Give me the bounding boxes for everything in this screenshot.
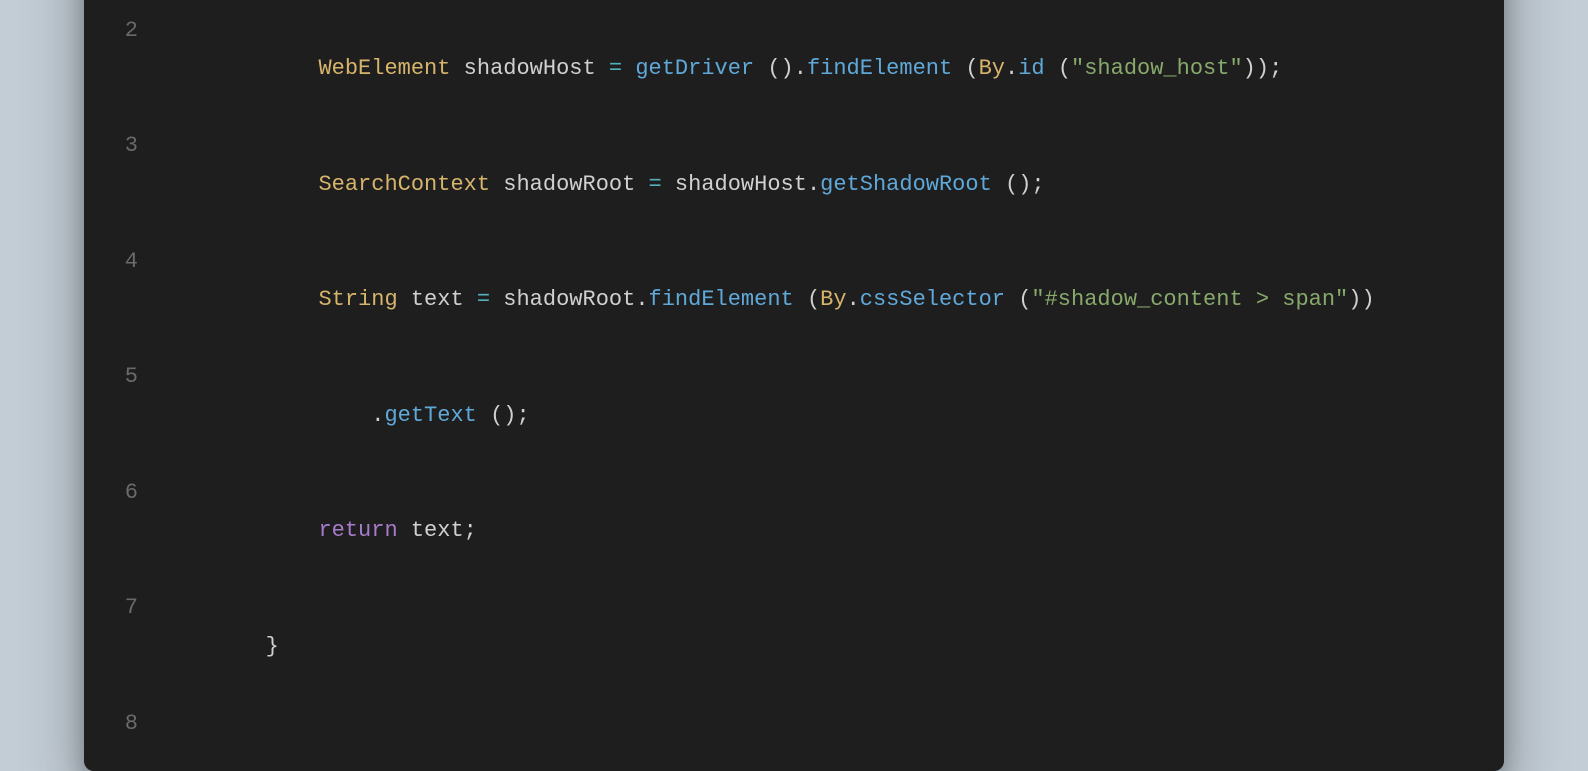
code-line: 7 } xyxy=(108,589,1480,705)
code-content: .getText (); xyxy=(160,358,1480,474)
line-number: 4 xyxy=(108,243,160,359)
code-content: WebElement shadowHost = getDriver ().fin… xyxy=(160,12,1480,128)
code-content: public String getShadowDomText () { xyxy=(160,0,1480,12)
fn-getdriver: getDriver xyxy=(635,56,754,81)
fn-gettext: getText xyxy=(384,403,476,428)
line-number: 5 xyxy=(108,358,160,474)
line-number: 8 xyxy=(108,705,160,744)
code-line: 5 .getText (); xyxy=(108,358,1480,474)
code-line: 6 return text; xyxy=(108,474,1480,590)
operator-equals: = xyxy=(477,287,490,312)
code-content: } xyxy=(160,589,1480,705)
code-line: 1 public String getShadowDomText () { xyxy=(108,0,1480,12)
identifier: shadowHost xyxy=(464,56,596,81)
code-content: String text = shadowRoot.findElement (By… xyxy=(160,243,1480,359)
fn-cssselector: cssSelector xyxy=(860,287,1005,312)
code-line: 2 WebElement shadowHost = getDriver ().f… xyxy=(108,12,1480,128)
code-content xyxy=(160,705,1480,744)
code-editor[interactable]: 1 public String getShadowDomText () { 2 … xyxy=(108,0,1480,743)
type-by: By xyxy=(820,287,846,312)
code-content: SearchContext shadowRoot = shadowHost.ge… xyxy=(160,127,1480,243)
line-number: 6 xyxy=(108,474,160,590)
identifier: shadowRoot xyxy=(503,172,635,197)
operator-equals: = xyxy=(609,56,622,81)
line-number: 1 xyxy=(108,0,160,12)
line-number: 3 xyxy=(108,127,160,243)
code-content: return text; xyxy=(160,474,1480,590)
fn-id: id xyxy=(1018,56,1044,81)
fn-findelement: findElement xyxy=(649,287,794,312)
identifier: shadowRoot xyxy=(503,287,635,312)
identifier: text xyxy=(411,287,464,312)
string-literal: "shadow_host" xyxy=(1071,56,1243,81)
line-number: 7 xyxy=(108,589,160,705)
string-literal: "#shadow_content > span" xyxy=(1031,287,1348,312)
type-string: String xyxy=(318,287,397,312)
code-line: 8 xyxy=(108,705,1480,744)
code-line: 3 SearchContext shadowRoot = shadowHost.… xyxy=(108,127,1480,243)
type-by: By xyxy=(979,56,1005,81)
fn-getshadowroot: getShadowRoot xyxy=(820,172,992,197)
keyword-return: return xyxy=(318,518,397,543)
identifier: shadowHost xyxy=(675,172,807,197)
line-number: 2 xyxy=(108,12,160,128)
operator-equals: = xyxy=(649,172,662,197)
identifier: text xyxy=(411,518,464,543)
type-searchcontext: SearchContext xyxy=(318,172,490,197)
fn-findelement: findElement xyxy=(807,56,952,81)
type-webelement: WebElement xyxy=(318,56,450,81)
code-window: 1 public String getShadowDomText () { 2 … xyxy=(84,0,1504,771)
code-line: 4 String text = shadowRoot.findElement (… xyxy=(108,243,1480,359)
